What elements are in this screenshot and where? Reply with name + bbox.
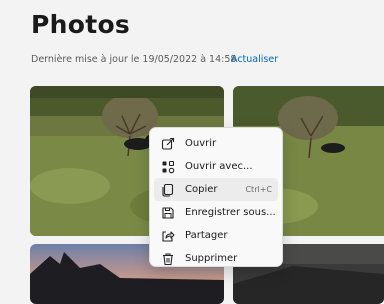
save-icon	[161, 206, 175, 220]
menu-item-label: Copier	[185, 184, 218, 195]
open-icon	[161, 137, 175, 151]
menu-item-label: Supprimer	[185, 253, 238, 264]
menu-item-save-as[interactable]: Enregistrer sous...	[154, 201, 278, 224]
menu-item-delete[interactable]: Supprimer	[154, 247, 278, 270]
context-menu: Ouvrir Ouvrir avec... Copier Ctrl+C Enre…	[149, 127, 283, 267]
menu-item-label: Ouvrir avec...	[185, 161, 253, 172]
menu-item-open-with[interactable]: Ouvrir avec...	[154, 155, 278, 178]
refresh-link[interactable]: Actualiser	[231, 54, 278, 65]
menu-item-label: Ouvrir	[185, 138, 217, 149]
menu-item-shortcut: Ctrl+C	[245, 185, 272, 194]
menu-item-open[interactable]: Ouvrir	[154, 132, 278, 155]
menu-item-label: Partager	[185, 230, 228, 241]
menu-item-label: Enregistrer sous...	[185, 207, 276, 218]
open-with-icon	[161, 160, 175, 174]
menu-item-share[interactable]: Partager	[154, 224, 278, 247]
copy-icon	[161, 183, 175, 197]
delete-icon	[161, 252, 175, 266]
page-title: Photos	[31, 10, 131, 39]
menu-item-copy[interactable]: Copier Ctrl+C	[154, 178, 278, 201]
last-update-text: Dernière mise à jour le 19/05/2022 à 14:…	[31, 54, 237, 65]
share-icon	[161, 229, 175, 243]
